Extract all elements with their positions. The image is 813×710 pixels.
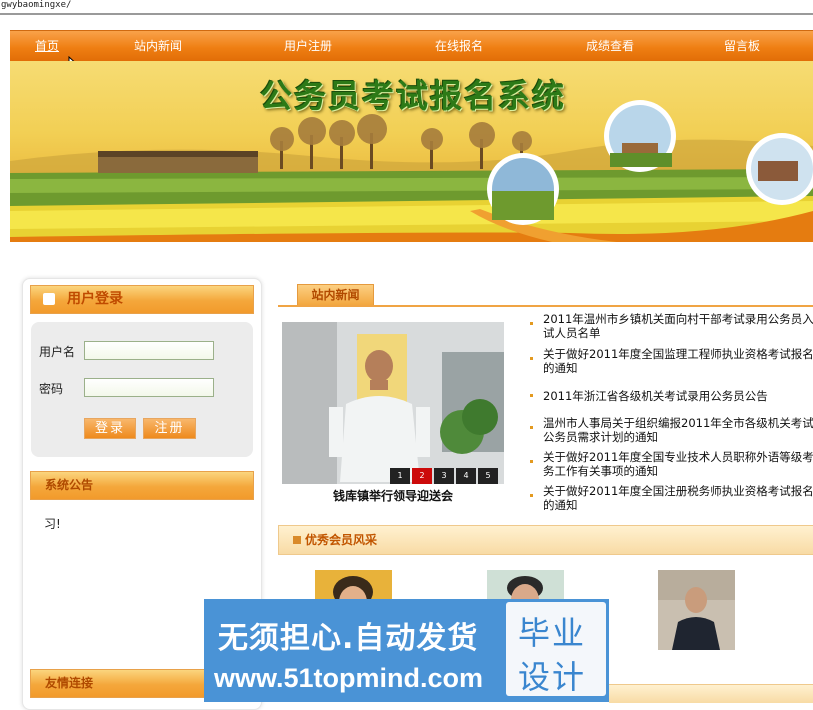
news-item-title: 2011年温州市乡镇机关面向村干部考试录用公务员入 <box>543 312 813 326</box>
bullet-icon <box>530 357 533 360</box>
news-item-title: 2011年浙江省各级机关考试录用公务员公告 <box>543 389 768 403</box>
photo-caption[interactable]: 钱库镇举行领导迎送会 <box>282 487 504 504</box>
member-photo[interactable] <box>658 570 735 650</box>
main-nav: 首页 站内新闻 用户注册 在线报名 成绩查看 留言板 <box>10 30 813 62</box>
news-item-title-cont: 试人员名单 <box>543 326 601 340</box>
password-label: 密码 <box>39 382 64 396</box>
news-item-title-cont: 务工作有关事项的通知 <box>543 464 658 478</box>
pager-button[interactable]: 5 <box>478 468 498 484</box>
news-list-item[interactable]: 温州市人事局关于组织编报2011年全市各级机关考试 公务员需求计划的通知 <box>530 416 813 446</box>
bullet-icon <box>530 494 533 497</box>
pager-button-active[interactable]: 2 <box>412 468 432 484</box>
announcement-header: 系统公告 <box>30 471 254 500</box>
site-banner: 公务员考试报名系统 <box>10 61 813 242</box>
nav-item-guestbook[interactable]: 留言板 <box>716 31 768 62</box>
announcement-title: 系统公告 <box>45 478 94 492</box>
tab-underline <box>278 305 813 307</box>
pager-button[interactable]: 4 <box>456 468 476 484</box>
members-section-title: 优秀会员风采 <box>305 533 378 547</box>
watermark-url: www.51topmind.com <box>214 663 484 693</box>
username-field[interactable] <box>84 341 214 360</box>
news-item-title-cont: 的通知 <box>543 498 578 512</box>
members-section-header: 优秀会员风采 <box>278 525 813 555</box>
refresh-icon <box>43 293 55 305</box>
news-photo-slideshow[interactable]: 1 2 3 4 5 <box>282 322 504 484</box>
watermark-slogan: 无须担心.自动发货 <box>218 621 479 656</box>
news-item-title: 关于做好2011年度全国注册税务师执业资格考试报名 <box>543 484 813 498</box>
watermark-badge-line1: 毕业 <box>518 614 587 652</box>
bullet-icon <box>530 394 533 397</box>
news-photo-image <box>282 322 504 484</box>
bullet-icon <box>530 322 533 325</box>
login-form: 用户名 密码 登录 注册 <box>31 322 253 457</box>
login-button[interactable]: 登录 <box>84 418 136 439</box>
register-button[interactable]: 注册 <box>143 418 196 439</box>
news-list-item[interactable]: 2011年温州市乡镇机关面向村干部考试录用公务员入 试人员名单 <box>530 312 813 342</box>
nav-item-online-signup[interactable]: 在线报名 <box>427 31 491 62</box>
section-header-partial <box>609 684 813 703</box>
password-field[interactable] <box>84 378 214 397</box>
tab-site-news[interactable]: 站内新闻 <box>297 284 374 306</box>
bullet-icon <box>530 426 533 429</box>
nav-item-news[interactable]: 站内新闻 <box>126 31 190 62</box>
news-item-title-cont: 公务员需求计划的通知 <box>543 430 658 444</box>
news-list-item[interactable]: 关于做好2011年度全国专业技术人员职称外语等级考 务工作有关事项的通知 <box>530 450 813 480</box>
pager-button[interactable]: 3 <box>434 468 454 484</box>
news-item-title: 温州市人事局关于组织编报2011年全市各级机关考试 <box>543 416 813 430</box>
news-item-title: 关于做好2011年度全国专业技术人员职称外语等级考 <box>543 450 813 464</box>
member-avatar-image <box>658 570 735 650</box>
arrow-icon <box>293 536 301 544</box>
news-list-item[interactable]: 关于做好2011年度全国注册税务师执业资格考试报名 的通知 <box>530 484 813 514</box>
watermark-left: 无须担心.自动发货 www.51topmind.com <box>204 599 506 702</box>
links-title: 友情连接 <box>45 676 94 690</box>
news-list-item[interactable]: 关于做好2011年度全国监理工程师执业资格考试报名 的通知 <box>530 347 813 377</box>
login-panel-title: 用户登录 <box>67 291 123 307</box>
nav-item-home[interactable]: 首页 <box>28 31 66 62</box>
nav-item-scores[interactable]: 成绩查看 <box>578 31 642 62</box>
nav-item-register[interactable]: 用户注册 <box>276 31 340 62</box>
news-list-item[interactable]: 2011年浙江省各级机关考试录用公务员公告 <box>530 389 813 405</box>
username-label: 用户名 <box>39 345 76 359</box>
pager-button[interactable]: 1 <box>390 468 410 484</box>
login-panel-header: 用户登录 <box>30 285 254 314</box>
news-item-title: 关于做好2011年度全国监理工程师执业资格考试报名 <box>543 347 813 361</box>
watermark-badge: 毕业 设计 <box>506 602 606 696</box>
banner-title: 公务员考试报名系统 <box>260 77 567 115</box>
bullet-icon <box>530 460 533 463</box>
watermark-badge-line2: 设计 <box>518 658 587 696</box>
watermark-ad: 无须担心.自动发货 www.51topmind.com 毕业 设计 <box>204 599 609 702</box>
announcement-text: 习! <box>44 517 61 531</box>
address-bar[interactable]: gwybaomingxe/ <box>0 0 813 15</box>
news-item-title-cont: 的通知 <box>543 361 578 375</box>
